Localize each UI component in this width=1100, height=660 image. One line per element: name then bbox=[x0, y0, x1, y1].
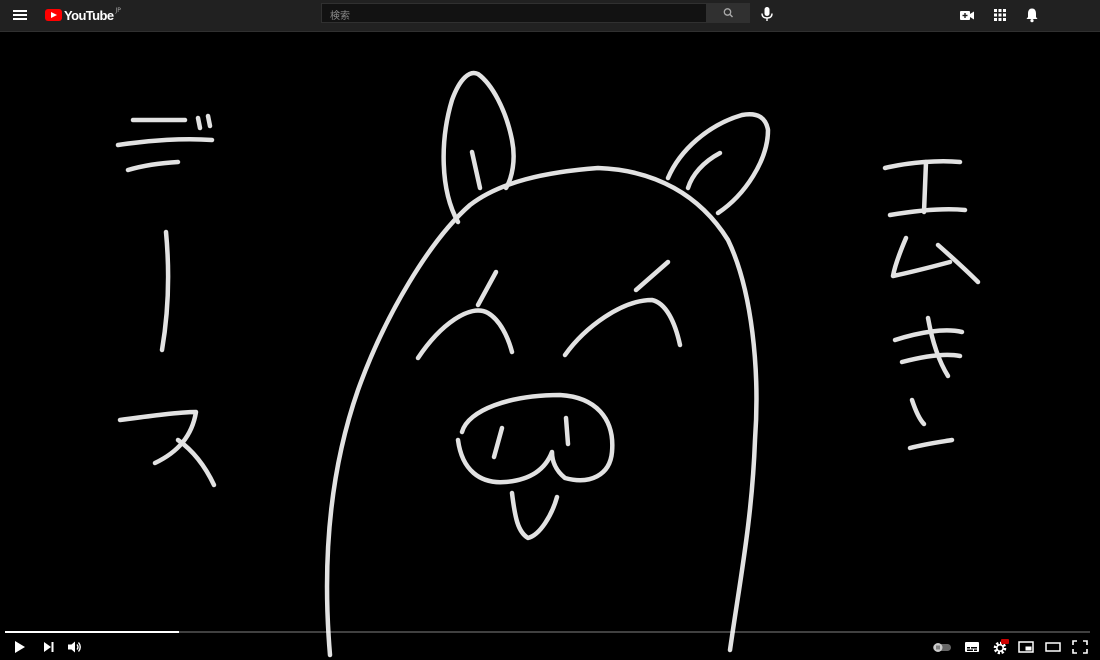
youtube-play-logo-icon bbox=[45, 9, 62, 21]
subtitles-icon bbox=[965, 642, 979, 652]
mute-button[interactable] bbox=[65, 638, 85, 656]
logo-region: JP bbox=[115, 7, 121, 14]
video-camera-plus-icon bbox=[960, 11, 974, 20]
play-button[interactable] bbox=[10, 638, 30, 656]
apps-grid-icon bbox=[994, 9, 1006, 21]
fullscreen-icon bbox=[1072, 640, 1088, 654]
notifications-button[interactable] bbox=[1022, 5, 1042, 25]
apps-button[interactable] bbox=[990, 5, 1010, 25]
menu-icon[interactable] bbox=[10, 5, 32, 25]
fullscreen-button[interactable] bbox=[1070, 638, 1090, 656]
autoplay-toggle[interactable] bbox=[931, 638, 953, 656]
search-button[interactable] bbox=[707, 3, 750, 23]
search-icon bbox=[723, 8, 733, 18]
progress-bar[interactable] bbox=[5, 631, 1090, 633]
next-button[interactable] bbox=[39, 638, 59, 656]
volume-icon bbox=[68, 641, 81, 653]
autoplay-toggle-icon bbox=[933, 643, 951, 652]
search-input[interactable] bbox=[322, 7, 706, 26]
bell-icon bbox=[1026, 8, 1038, 23]
miniplayer-button[interactable] bbox=[1016, 638, 1036, 656]
voice-search-button[interactable] bbox=[757, 4, 777, 24]
search-box bbox=[321, 3, 707, 26]
miniplayer-icon bbox=[1018, 641, 1034, 653]
skip-next-icon bbox=[44, 642, 54, 652]
subtitles-button[interactable] bbox=[962, 638, 982, 656]
youtube-logo[interactable]: YouTube JP bbox=[45, 6, 121, 24]
settings-button[interactable] bbox=[990, 638, 1010, 656]
gear-icon bbox=[993, 639, 1009, 655]
play-icon bbox=[15, 641, 25, 653]
logo-text: YouTube bbox=[64, 7, 114, 23]
theater-mode-button[interactable] bbox=[1043, 638, 1063, 656]
top-bar: YouTube JP bbox=[0, 0, 1100, 32]
create-video-button[interactable] bbox=[957, 5, 977, 25]
video-frame-drawing bbox=[115, 70, 981, 658]
microphone-icon bbox=[761, 7, 773, 21]
progress-played bbox=[5, 631, 179, 633]
theater-mode-icon bbox=[1045, 642, 1061, 652]
video-player[interactable] bbox=[0, 32, 1100, 658]
